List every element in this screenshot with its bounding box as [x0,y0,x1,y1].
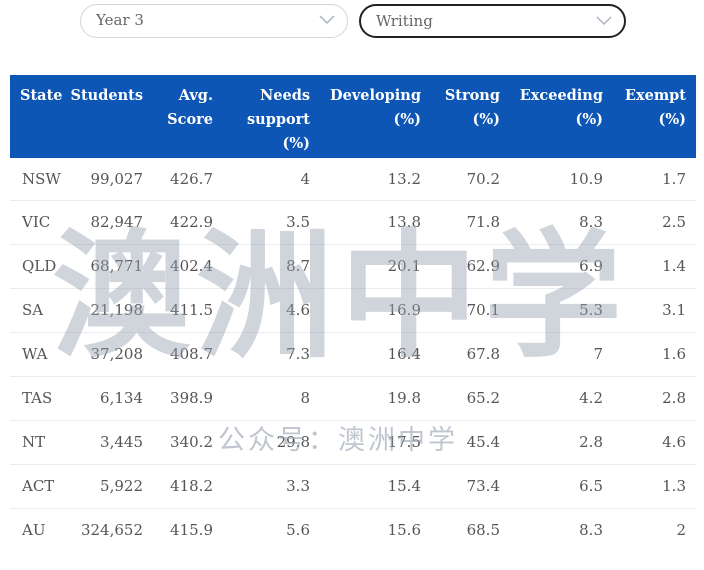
state-cell: ACT [10,464,68,509]
column-header: Exceeding (%) [510,75,613,158]
table-cell: 1.4 [613,244,696,289]
table-cell: 7.3 [223,332,320,377]
state-cell: NT [10,420,68,465]
state-cell: AU [22,521,46,540]
table-cell: 20.1 [320,244,431,289]
year-select[interactable]: Year 3 [80,4,348,38]
table-cell: 16.9 [320,288,431,333]
state-cell: NSW [10,158,68,201]
table-cell: 8.3 [579,521,603,540]
table-cell: 415.9 [170,521,213,540]
state-cell: QLD [10,244,68,289]
table-cell: 5.3 [510,288,613,333]
table-cell: 4 [223,158,320,201]
table-cell: 2.8 [613,376,696,421]
table-cell: 99,027 [68,158,153,201]
results-table-container: State Students Avg. Score Needs support (%) Dev… [10,75,696,552]
table-cell: 426.7 [153,158,223,201]
table-cell: 21,198 [68,288,153,333]
table-row: NT 3,445 340.2 29.8 17.5 45.4 2.8 4.6 [10,420,696,465]
table-row: NSW 99,027 426.7 4 13.2 70.2 10.9 1.7 [10,158,696,201]
table-cell: 4.6 [223,288,320,333]
table-cell: 402.4 [153,244,223,289]
table-row: TAS 6,134 398.9 8 19.8 65.2 4.2 2.8 [10,376,696,421]
table-cell: 4.2 [510,376,613,421]
table-cell: 5,922 [68,464,153,509]
table-cell: 73.4 [431,464,510,509]
table-cell: 15.4 [320,464,431,509]
table-cell: 6.9 [510,244,613,289]
table-cell: 8 [223,376,320,421]
table-cell: 4.6 [613,420,696,465]
table-cell: 3.3 [223,464,320,509]
table-row: VIC 82,947 422.9 3.5 13.8 71.8 8.3 2.5 [10,200,696,245]
table-cell: 2.8 [510,420,613,465]
table-row: ACT 5,922 418.2 3.3 15.4 73.4 6.5 1.3 [10,464,696,509]
table-cell: 340.2 [153,420,223,465]
table-cell: 3.5 [223,200,320,245]
table-row: WA 37,208 408.7 7.3 16.4 67.8 7 1.6 [10,332,696,377]
state-cell: WA [10,332,68,377]
column-header: Strong (%) [431,75,510,158]
table-cell: 15.6 [387,521,421,540]
table-cell: 418.2 [153,464,223,509]
chevron-down-icon [596,15,612,27]
table-cell: 62.9 [431,244,510,289]
table-cell: 7 [510,332,613,377]
table-cell: 2 [676,521,686,540]
column-header: Developing (%) [320,75,431,158]
table-cell: 408.7 [153,332,223,377]
column-header: State [10,75,68,158]
table-cell: 10.9 [510,158,613,201]
results-table: State Students Avg. Score Needs support (%) Dev… [10,75,696,552]
table-cell: 3.1 [613,288,696,333]
table-cell: 37,208 [68,332,153,377]
year-select-value: Year 3 [96,11,144,29]
table-cell: 17.5 [320,420,431,465]
table-cell: 398.9 [153,376,223,421]
table-cell: 6,134 [68,376,153,421]
table-cell: 5.6 [286,521,310,540]
column-header: Students [68,75,153,158]
table-row: QLD 68,771 402.4 8.7 20.1 62.9 6.9 1.4 [10,244,696,289]
table-cell: 68.5 [466,521,500,540]
state-cell: TAS [10,376,68,421]
table-cell: 68,771 [68,244,153,289]
table-header: State Students Avg. Score Needs support (%) Dev… [10,75,696,158]
table-cell: 1.6 [613,332,696,377]
table-body: NSW 99,027 426.7 4 13.2 70.2 10.9 1.7 VIC 82,947 4… [10,158,696,552]
column-header: Needs support (%) [223,75,320,158]
table-cell: 8.7 [223,244,320,289]
chevron-down-icon [319,14,335,26]
table-cell: 411.5 [153,288,223,333]
state-cell: VIC [10,200,68,245]
table-cell: 67.8 [431,332,510,377]
table-cell: 16.4 [320,332,431,377]
table-cell: 70.2 [431,158,510,201]
table-cell: 3,445 [68,420,153,465]
table-cell: 13.8 [320,200,431,245]
table-cell: 19.8 [320,376,431,421]
column-header: Exempt (%) [613,75,696,158]
table-cell: 45.4 [431,420,510,465]
table-cell: 29.8 [223,420,320,465]
table-cell: 70.1 [431,288,510,333]
state-cell: SA [10,288,68,333]
subject-select[interactable]: Writing [359,4,626,38]
column-header: Avg. Score [153,75,223,158]
table-row: AU 324,652 415.9 5.6 15.6 68.5 8.3 2 [10,508,696,552]
table-cell: 324,652 [80,521,143,540]
table-row: SA 21,198 411.5 4.6 16.9 70.1 5.3 3.1 [10,288,696,333]
table-cell: 1.7 [613,158,696,201]
table-cell: 1.3 [613,464,696,509]
table-cell: 6.5 [510,464,613,509]
table-cell: 82,947 [68,200,153,245]
table-cell: 422.9 [153,200,223,245]
subject-select-value: Writing [376,12,433,30]
table-cell: 13.2 [320,158,431,201]
table-cell: 71.8 [431,200,510,245]
table-cell: 65.2 [431,376,510,421]
table-cell: 8.3 [510,200,613,245]
table-cell: 2.5 [613,200,696,245]
